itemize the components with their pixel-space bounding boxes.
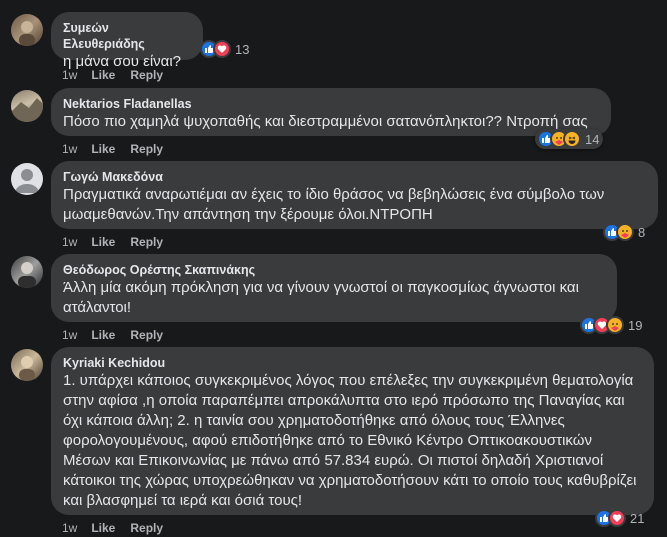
- comment-text: Πραγματικά αναρωτιέμαι αν έχεις το ίδιο …: [63, 186, 609, 223]
- reaction-count: 19: [628, 317, 643, 333]
- comment-text: Πόσο πιο χαμηλά ψυχοπαθής και διεστραμμέ…: [63, 113, 588, 130]
- comment-author[interactable]: Θεόδωρος Ορέστης Σκαπινάκης: [63, 262, 605, 278]
- reaction-summary[interactable]: 8: [601, 222, 649, 242]
- reply-button[interactable]: Reply: [130, 141, 163, 157]
- comment-actions: 1w Like Reply: [62, 67, 163, 83]
- love-reaction-icon: [213, 40, 231, 58]
- like-button[interactable]: Like: [91, 520, 115, 536]
- comment-timestamp[interactable]: 1w: [62, 327, 77, 343]
- comment-author[interactable]: Γωγώ Μακεδόνα: [63, 169, 646, 185]
- default-avatar-icon: [15, 169, 39, 193]
- avatar-photo-icon: [11, 98, 43, 122]
- comment-timestamp[interactable]: 1w: [62, 520, 77, 536]
- avatar[interactable]: [11, 256, 43, 288]
- reaction-count: 13: [235, 41, 250, 57]
- comment-timestamp[interactable]: 1w: [62, 234, 77, 250]
- avatar[interactable]: [11, 90, 43, 122]
- like-button[interactable]: Like: [91, 67, 115, 83]
- comment-actions: 1w Like Reply: [62, 234, 163, 250]
- avatar-photo-icon: [18, 262, 36, 288]
- reaction-summary[interactable]: 14: [535, 129, 604, 149]
- avatar[interactable]: [11, 163, 43, 195]
- like-button[interactable]: Like: [91, 141, 115, 157]
- haha-reaction-icon: [563, 130, 581, 148]
- reaction-count: 8: [638, 224, 646, 240]
- reply-button[interactable]: Reply: [130, 67, 163, 83]
- love-reaction-icon: [608, 509, 626, 527]
- reaction-count: 14: [585, 131, 600, 147]
- comment-actions: 1w Like Reply: [62, 520, 163, 536]
- care-reaction-icon: [616, 223, 634, 241]
- avatar-photo-icon: [19, 21, 35, 46]
- comment-bubble: Kyriaki Kechidou 1. υπάρχει κάποιος συγκ…: [51, 347, 654, 515]
- comment-text: 1. υπάρχει κάποιος συγκεκριμένος λόγος π…: [63, 372, 641, 509]
- reaction-summary[interactable]: 13: [198, 39, 253, 59]
- comment-bubble: Nektarios Fladanellas Πόσο πιο χαμηλά ψυ…: [51, 88, 611, 136]
- comment-timestamp[interactable]: 1w: [62, 141, 77, 157]
- avatar[interactable]: [11, 14, 43, 46]
- reaction-summary[interactable]: 19: [578, 315, 646, 335]
- comment-timestamp[interactable]: 1w: [62, 67, 77, 83]
- comment-author[interactable]: Συμεών Ελευθεριάδης: [63, 20, 191, 52]
- comment-actions: 1w Like Reply: [62, 141, 163, 157]
- like-button[interactable]: Like: [91, 327, 115, 343]
- comment-author[interactable]: Nektarios Fladanellas: [63, 96, 599, 112]
- care-reaction-icon: [606, 316, 624, 334]
- reaction-count: 21: [630, 510, 645, 526]
- like-button[interactable]: Like: [91, 234, 115, 250]
- avatar[interactable]: [11, 349, 43, 381]
- comment-actions: 1w Like Reply: [62, 327, 163, 343]
- reaction-summary[interactable]: 21: [593, 508, 648, 528]
- reply-button[interactable]: Reply: [130, 327, 163, 343]
- comment-bubble: Γωγώ Μακεδόνα Πραγματικά αναρωτιέμαι αν …: [51, 161, 658, 229]
- comment-author[interactable]: Kyriaki Kechidou: [63, 355, 642, 371]
- comment-text: Άλλη μία ακόμη πρόκληση για να γίνουν γν…: [63, 279, 584, 316]
- comment-bubble: Θεόδωρος Ορέστης Σκαπινάκης Άλλη μία ακό…: [51, 254, 617, 322]
- avatar-photo-icon: [19, 356, 35, 381]
- comment-bubble: Συμεών Ελευθεριάδης η μάνα σου είναι?: [51, 12, 203, 70]
- reply-button[interactable]: Reply: [130, 234, 163, 250]
- reply-button[interactable]: Reply: [130, 520, 163, 536]
